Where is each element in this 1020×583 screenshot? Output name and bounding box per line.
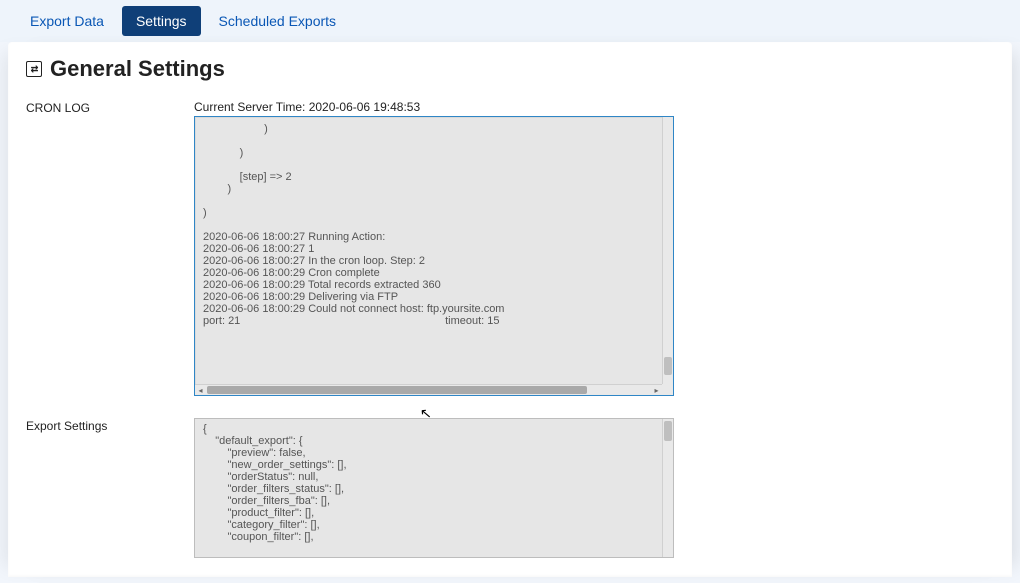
field-export-settings: { "default_export": { "preview": false, … xyxy=(194,418,674,558)
scroll-right-icon[interactable]: ▸ xyxy=(651,385,662,395)
page-title: General Settings xyxy=(50,56,225,82)
cron-log-vscrollbar[interactable] xyxy=(662,117,673,384)
field-cron-log: Current Server Time: 2020-06-06 19:48:53… xyxy=(194,100,674,396)
scroll-corner xyxy=(662,384,673,395)
page-panel: ⇄ General Settings CRON LOG Current Serv… xyxy=(8,42,1012,577)
swap-icon: ⇄ xyxy=(26,61,42,77)
scroll-left-icon[interactable]: ◂ xyxy=(195,385,206,395)
row-cron-log: CRON LOG Current Server Time: 2020-06-06… xyxy=(26,100,994,396)
row-export-settings: Export Settings { "default_export": { "p… xyxy=(26,418,994,558)
tab-export-data[interactable]: Export Data xyxy=(16,6,118,36)
export-settings-vscrollbar[interactable] xyxy=(662,419,673,557)
export-settings-box[interactable]: { "default_export": { "preview": false, … xyxy=(194,418,674,558)
tab-settings[interactable]: Settings xyxy=(122,6,201,36)
label-cron-log: CRON LOG xyxy=(26,100,194,115)
label-export-settings: Export Settings xyxy=(26,418,194,433)
cron-log-hscrollbar[interactable]: ◂ ▸ xyxy=(195,384,662,395)
cron-log-hscroll-thumb[interactable] xyxy=(207,386,587,394)
tab-scheduled-exports[interactable]: Scheduled Exports xyxy=(205,6,351,36)
server-time-text: Current Server Time: 2020-06-06 19:48:53 xyxy=(194,100,674,114)
export-settings-vscroll-thumb[interactable] xyxy=(664,421,672,441)
tab-bar: Export Data Settings Scheduled Exports xyxy=(0,0,1020,42)
page-title-row: ⇄ General Settings xyxy=(26,56,994,82)
cron-log-box[interactable]: ) ) [step] => 2 ) ) 2020-06-06 18:00:27 … xyxy=(194,116,674,396)
cron-log-content[interactable]: ) ) [step] => 2 ) ) 2020-06-06 18:00:27 … xyxy=(195,117,662,384)
cron-log-vscroll-thumb[interactable] xyxy=(664,357,672,375)
export-settings-content[interactable]: { "default_export": { "preview": false, … xyxy=(195,419,662,557)
